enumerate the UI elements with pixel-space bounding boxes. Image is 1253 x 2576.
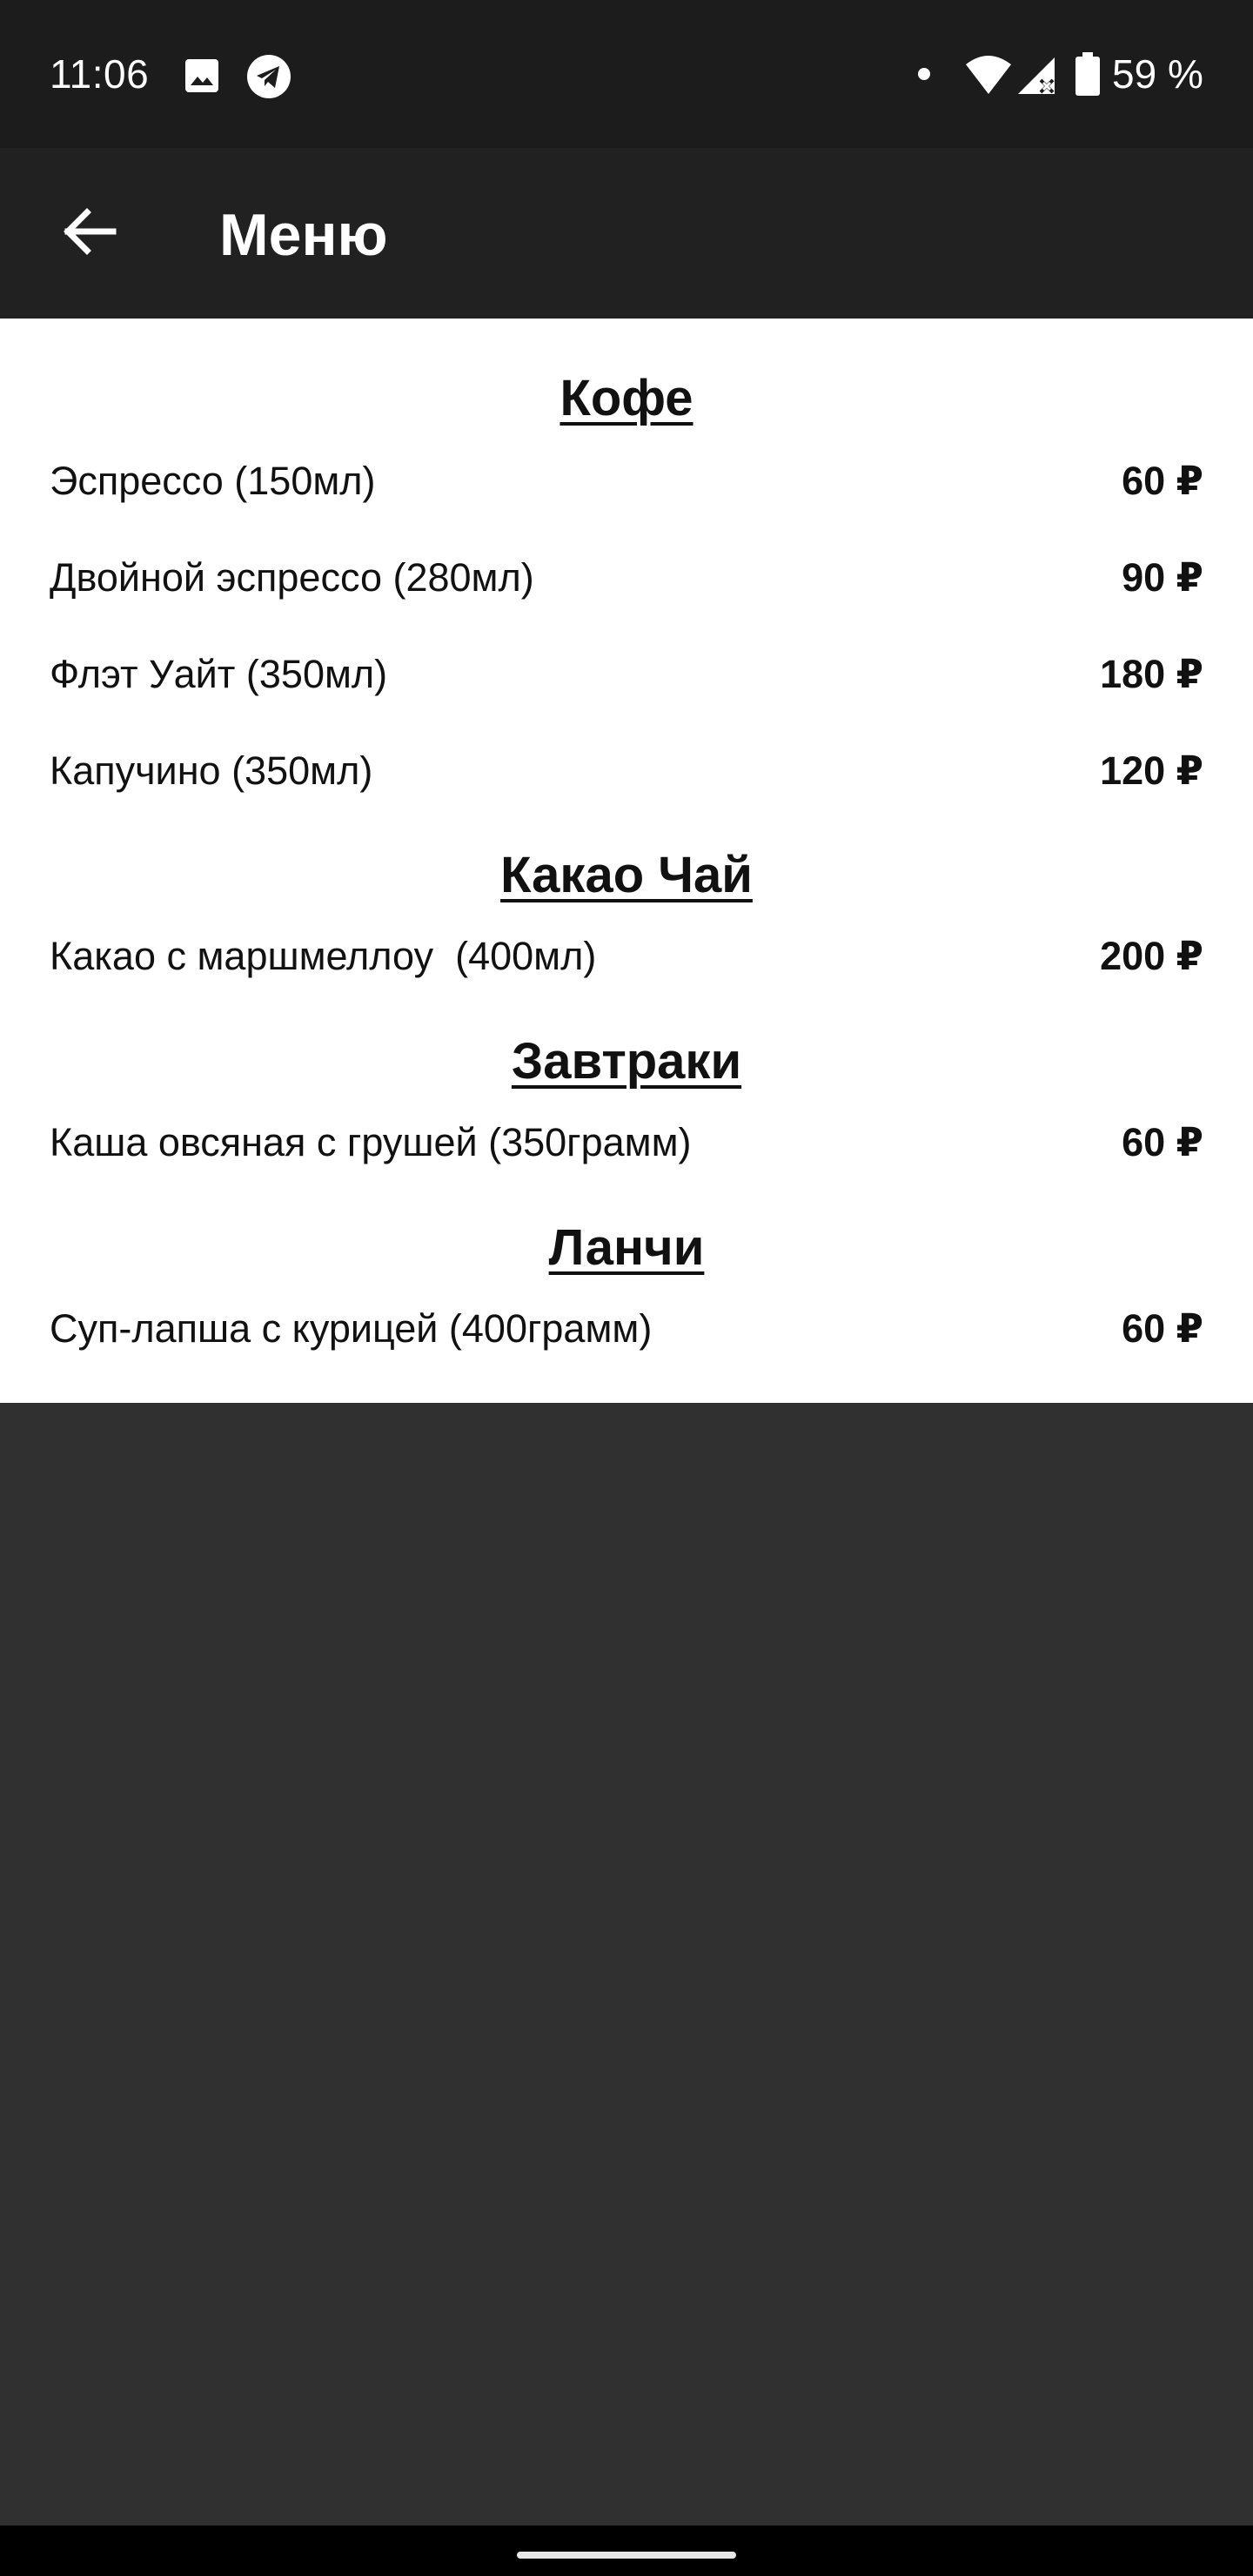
status-bar: 11:06 59 %	[0, 0, 1253, 148]
item-name: Суп-лапша с курицей (400грамм)	[50, 1306, 653, 1351]
menu-item[interactable]: Капучино (350мл) 120 ₽	[50, 745, 1203, 797]
telegram-icon	[246, 54, 291, 99]
item-name: Флэт Уайт (350мл)	[50, 652, 388, 696]
menu-item[interactable]: Флэт Уайт (350мл) 180 ₽	[50, 648, 1203, 701]
menu-item[interactable]: Каша овсяная с грушей (350грамм) 60 ₽	[50, 1117, 1203, 1169]
signal-icon	[1015, 54, 1056, 96]
image-icon	[184, 57, 220, 94]
battery-icon	[1075, 52, 1100, 96]
item-price: 60 ₽	[1122, 459, 1203, 503]
section-heading-lunches: Ланчи	[548, 1219, 705, 1276]
menu-item[interactable]: Двойной эспрессо (280мл) 90 ₽	[50, 552, 1203, 604]
arrow-left-icon	[61, 207, 117, 260]
item-name: Каша овсяная с грушей (350грамм)	[50, 1120, 692, 1164]
navigation-bar	[0, 2526, 1253, 2576]
menu-item[interactable]: Какао с маршмеллоу (400мл) 200 ₽	[50, 930, 1203, 983]
item-price: 180 ₽	[1100, 652, 1203, 696]
item-name: Эспрессо (150мл)	[50, 459, 376, 503]
menu-item[interactable]: Эспрессо (150мл) 60 ₽	[50, 455, 1203, 507]
item-name: Капучино (350мл)	[50, 748, 373, 793]
app-bar: Меню	[0, 148, 1253, 319]
item-price: 200 ₽	[1100, 934, 1203, 978]
section-heading-cocoa-tea: Какао Чай	[500, 847, 753, 903]
home-gesture-handle[interactable]	[517, 2552, 736, 2559]
status-time: 11:06	[50, 51, 150, 97]
item-price: 90 ₽	[1122, 555, 1203, 600]
notification-dot-icon	[918, 68, 930, 80]
wifi-icon	[964, 54, 1013, 96]
item-price: 60 ₽	[1122, 1306, 1203, 1351]
item-name: Какао с маршмеллоу (400мл)	[50, 934, 597, 978]
item-price: 60 ₽	[1122, 1120, 1203, 1164]
back-button[interactable]	[49, 193, 129, 273]
battery-percent: 59 %	[1112, 51, 1203, 97]
page-title: Меню	[219, 202, 388, 268]
menu-list: Кофе Эспрессо (150мл) 60 ₽ Двойной эспре…	[0, 319, 1253, 1403]
menu-item[interactable]: Суп-лапша с курицей (400грамм) 60 ₽	[50, 1303, 1203, 1355]
item-name: Двойной эспрессо (280мл)	[50, 555, 534, 600]
section-heading-breakfasts: Завтраки	[511, 1033, 742, 1090]
section-heading-coffee: Кофе	[559, 370, 694, 426]
item-price: 120 ₽	[1100, 748, 1203, 793]
